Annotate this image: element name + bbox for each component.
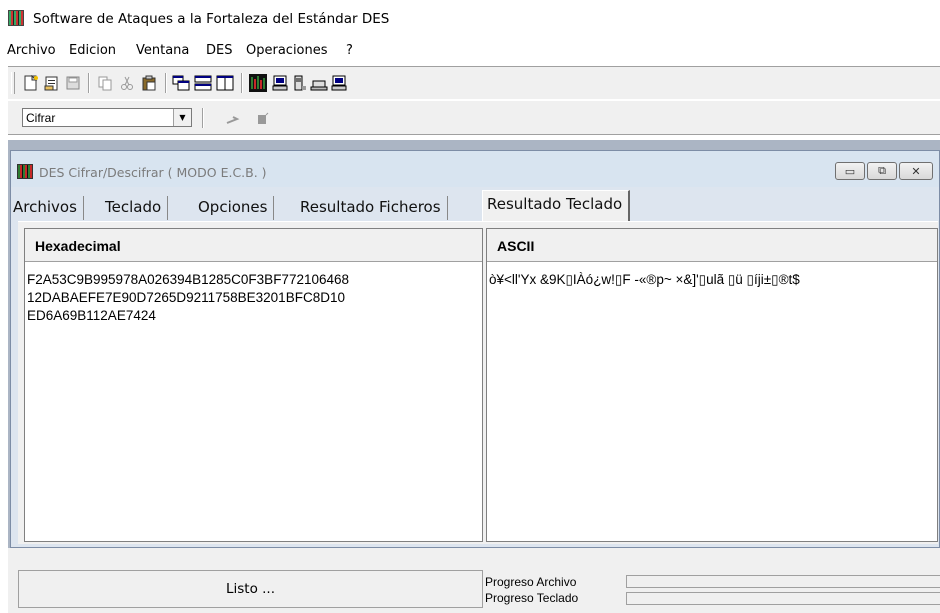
ascii-panel: ASCII ò¥<ll'Yx &9K▯IÀó¿w!▯F -«®p~ ×&]'▯u… (486, 228, 938, 542)
progress-keyboard-bar (626, 592, 940, 605)
progress-file-bar (626, 575, 940, 588)
laptop-icon[interactable] (310, 74, 328, 92)
menu-operaciones[interactable]: Operaciones (246, 43, 328, 58)
ascii-panel-title: ASCII (497, 238, 535, 254)
menu-des[interactable]: DES (206, 43, 232, 58)
run-arrow-icon[interactable] (224, 110, 242, 128)
save-file-icon[interactable] (64, 74, 82, 92)
progress-file-label: Progreso Archivo (485, 575, 577, 589)
restore-icon: ⧉ (878, 164, 886, 177)
child-title-bar[interactable]: DES Cifrar/Descifrar ( MODO E.C.B. ) ▭ ⧉… (11, 151, 939, 187)
tab-teclado[interactable]: Teclado (101, 196, 169, 220)
close-button[interactable]: ✕ (899, 162, 933, 180)
cut-icon[interactable] (118, 74, 136, 92)
tab-resultado-ficheros[interactable]: Resultado Ficheros (296, 196, 448, 220)
status-bar: Listo ... Progreso Archivo Progreso Tecl… (8, 548, 940, 613)
menu-help[interactable]: ? (346, 43, 353, 58)
open-file-icon[interactable] (43, 74, 61, 92)
chevron-down-icon[interactable]: ▼ (173, 109, 191, 126)
mode-select-value: Cifrar (26, 111, 56, 125)
hex-panel-header: Hexadecimal (25, 229, 482, 262)
new-file-icon[interactable] (22, 74, 40, 92)
des-cipher-icon[interactable] (249, 74, 267, 92)
tab-resultado-teclado[interactable]: Resultado Teclado (482, 190, 631, 221)
ascii-output-text[interactable]: ò¥<ll'Yx &9K▯IÀó¿w!▯F -«®p~ ×&]'▯ulã ▯ü … (489, 271, 933, 289)
progress-keyboard-label: Progreso Teclado (485, 591, 579, 605)
child-window-caption: DES Cifrar/Descifrar ( MODO E.C.B. ) (39, 165, 267, 180)
app-icon (8, 10, 24, 26)
tab-archivos[interactable]: Archivos (9, 196, 84, 220)
cascade-windows-icon[interactable] (172, 74, 190, 92)
mode-toolbar: Cifrar ▼ (8, 101, 940, 135)
mode-select[interactable]: Cifrar ▼ (22, 108, 192, 127)
tab-opciones[interactable]: Opciones (194, 196, 275, 220)
network-computer-icon[interactable] (330, 74, 348, 92)
ascii-panel-header: ASCII (487, 229, 937, 262)
status-message-box: Listo ... (18, 570, 483, 608)
status-message: Listo ... (225, 581, 276, 597)
tile-horizontal-icon[interactable] (194, 74, 212, 92)
menu-bar: Archivo Edicion Ventana DES Operaciones … (0, 36, 940, 64)
copy-icon[interactable] (96, 74, 114, 92)
paste-icon[interactable] (140, 74, 158, 92)
tab-strip: Archivos Teclado Opciones Resultado Fich… (9, 190, 929, 222)
hex-panel-title: Hexadecimal (35, 238, 121, 254)
stop-icon[interactable] (253, 110, 271, 128)
menu-ventana[interactable]: Ventana (136, 43, 189, 58)
main-toolbar (8, 66, 940, 100)
hex-panel: Hexadecimal F2A53C9B995978A026394B1285C0… (24, 228, 483, 542)
toolbar-grip[interactable] (11, 72, 15, 94)
menu-edicion[interactable]: Edicion (69, 43, 116, 58)
des-window-icon (17, 164, 33, 179)
menu-archivo[interactable]: Archivo (7, 43, 56, 58)
app-title-bar: Software de Ataques a la Fortaleza del E… (0, 0, 940, 36)
restore-button[interactable]: ⧉ (867, 162, 897, 180)
minimize-button[interactable]: ▭ (835, 162, 865, 180)
tile-vertical-icon[interactable] (216, 74, 234, 92)
hex-output-text[interactable]: F2A53C9B995978A026394B1285C0F3BF77210646… (27, 271, 478, 325)
app-title: Software de Ataques a la Fortaleza del E… (33, 11, 390, 27)
minimize-icon: ▭ (844, 164, 856, 178)
tower-pc-icon[interactable] (291, 74, 309, 92)
computer-icon[interactable] (271, 74, 289, 92)
close-icon: ✕ (911, 164, 921, 178)
